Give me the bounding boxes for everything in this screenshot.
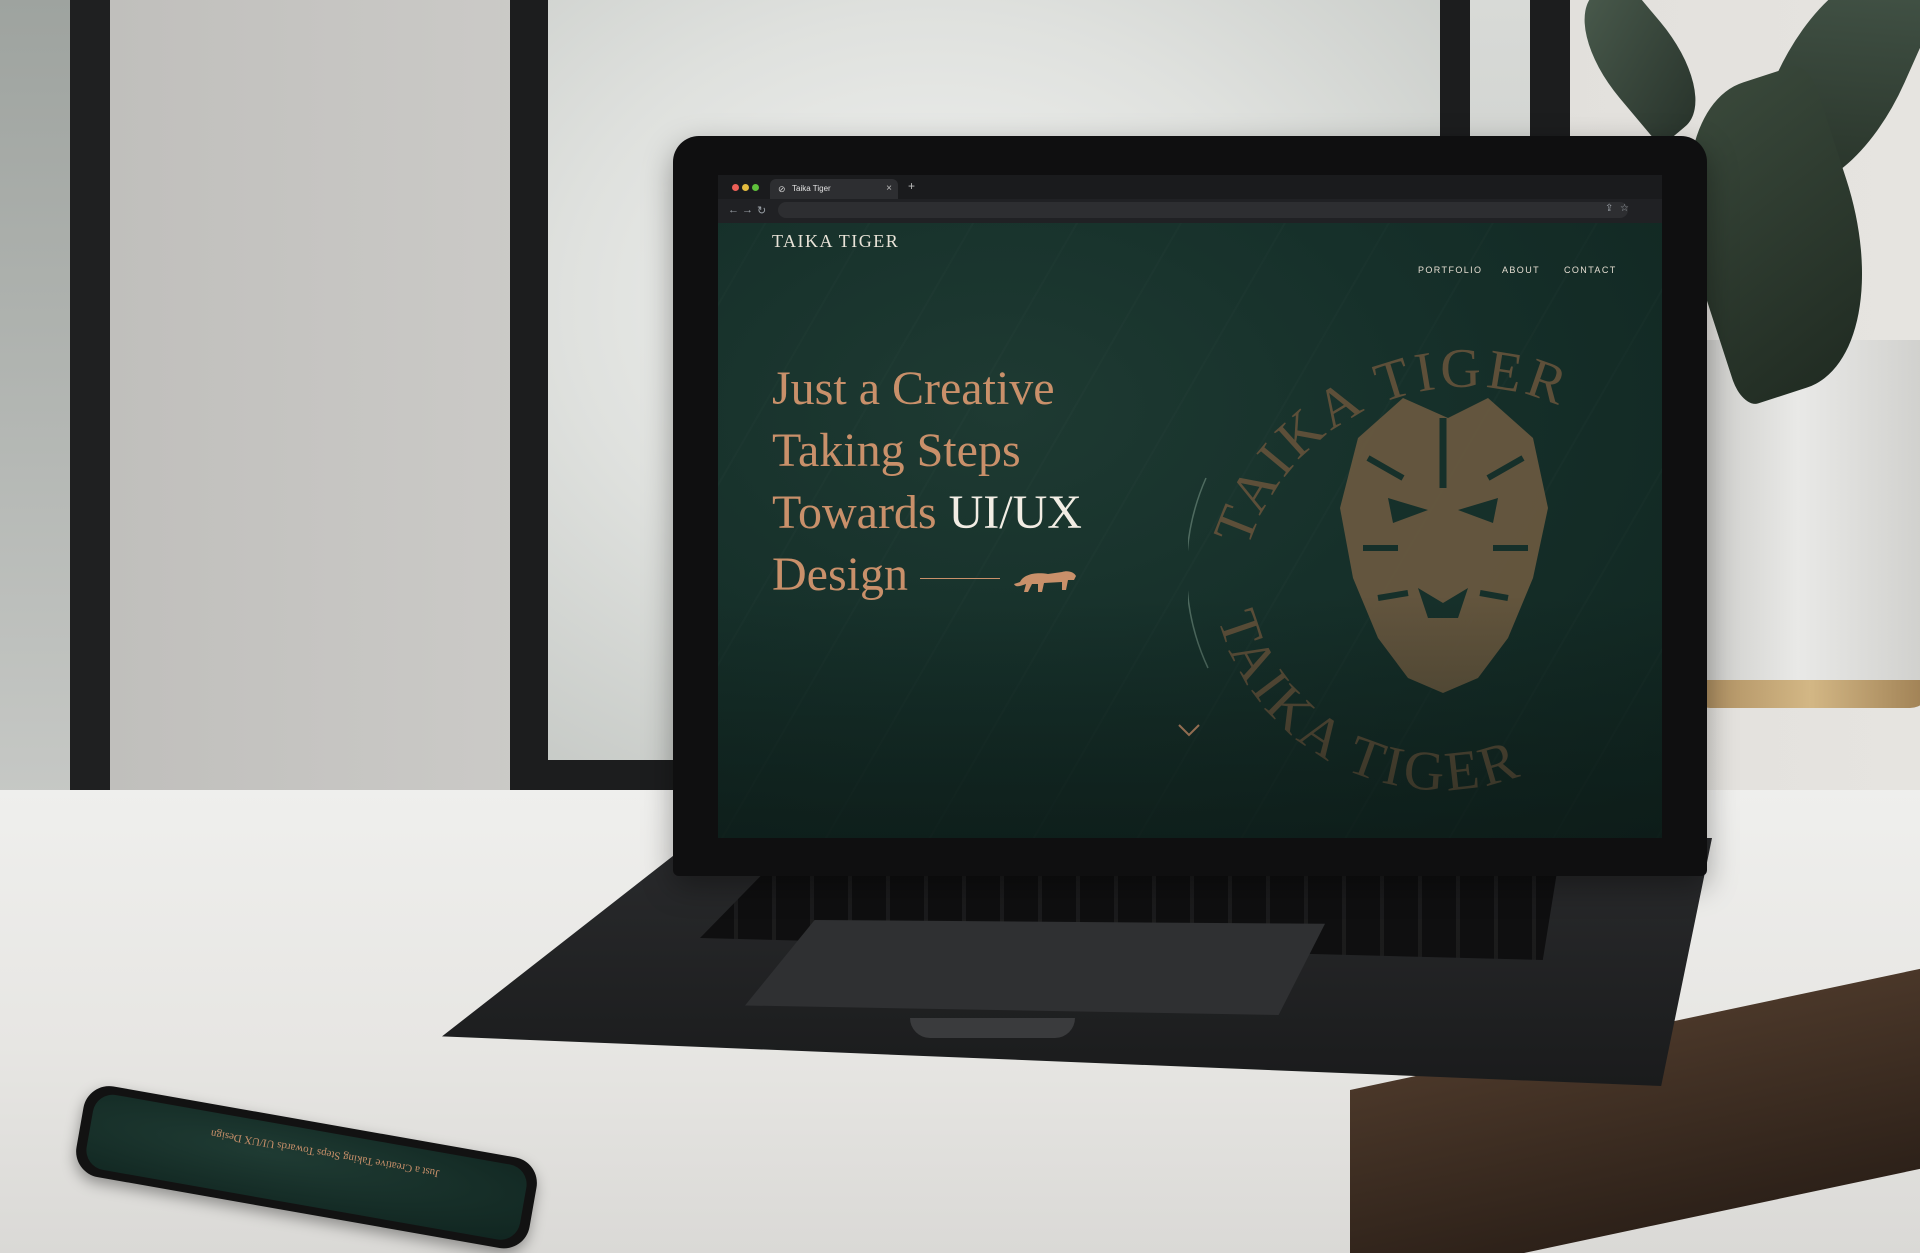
hero-rule (919, 578, 1000, 580)
globe-icon: ⊘ (778, 184, 786, 194)
plant-pot (1690, 340, 1920, 700)
new-tab-icon[interactable]: + (908, 179, 915, 193)
close-window-button[interactable] (732, 184, 739, 191)
hero-line-3-prefix: Towards (772, 486, 949, 539)
hero-line-2: Taking Steps (772, 424, 1021, 477)
website-viewport: TAIKA TIGER TAIKA TIGER TAIKA TIGER PORT… (718, 223, 1662, 838)
back-arrow-icon[interactable]: ← (728, 204, 739, 216)
forward-arrow-icon[interactable]: → (742, 204, 753, 216)
bookmark-star-icon[interactable]: ☆ (1620, 203, 1629, 214)
chevron-down-icon[interactable] (1176, 721, 1202, 739)
hero-line-4: Design (772, 544, 1082, 606)
laptop-screen: ⊘ Taika Tiger × + ← → ↻ ⇪ ☆ TAIKA TIGER … (718, 175, 1662, 838)
window-frame-left (0, 0, 110, 925)
plant-pot-rim (1690, 680, 1920, 708)
address-bar[interactable] (778, 202, 1628, 218)
tiger-emblem: TAIKA TIGER TAIKA TIGER (1188, 337, 1574, 804)
desk-scene: ⊘ Taika Tiger × + ← → ↻ ⇪ ☆ TAIKA TIGER … (0, 0, 1920, 1253)
close-tab-icon[interactable]: × (886, 183, 892, 194)
nav-contact[interactable]: CONTACT (1564, 265, 1617, 275)
emblem-ornament (1188, 477, 1209, 669)
maximize-window-button[interactable] (752, 184, 759, 191)
tab-taika-tiger[interactable]: ⊘ Taika Tiger × (770, 179, 898, 199)
reload-icon[interactable]: ↻ (757, 204, 766, 217)
site-logo[interactable]: TAIKA TIGER (772, 231, 899, 252)
laptop-hinge (910, 1018, 1075, 1038)
share-icon[interactable]: ⇪ (1605, 203, 1613, 214)
browser-chrome: ⊘ Taika Tiger × + ← → ↻ ⇪ ☆ (718, 175, 1662, 223)
hero-line-3: Towards UI/UX (772, 482, 1082, 544)
tiger-face-icon (1340, 398, 1548, 693)
walking-tiger-icon (1013, 571, 1076, 592)
tab-title: Taika Tiger (792, 184, 831, 193)
tab-strip: ⊘ Taika Tiger × + (718, 175, 1662, 199)
laptop-trackpad (745, 920, 1325, 1015)
hero-heading: Just a Creative Taking Steps Towards UI/… (772, 358, 1082, 606)
nav-portfolio[interactable]: PORTFOLIO (1418, 265, 1482, 275)
hero-highlight: UI/UX (948, 486, 1082, 539)
hero-line-4-text: Design (772, 548, 908, 601)
hero-line-1: Just a Creative (772, 362, 1055, 415)
nav-about[interactable]: ABOUT (1502, 265, 1540, 275)
minimize-window-button[interactable] (742, 184, 749, 191)
window-glass-left (0, 0, 70, 860)
